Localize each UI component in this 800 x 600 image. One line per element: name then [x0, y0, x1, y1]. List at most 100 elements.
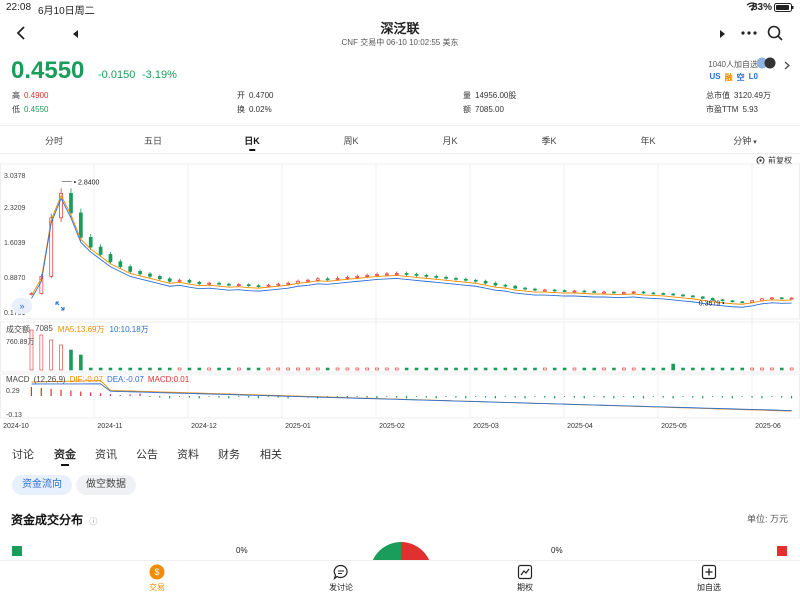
macd-bar	[119, 395, 121, 396]
dea-line	[31, 383, 792, 412]
tab-minute[interactable]: 分钟 ▾	[733, 134, 756, 147]
candle-body	[355, 276, 360, 278]
candle-body	[88, 236, 93, 248]
more-icon[interactable]	[740, 26, 758, 40]
stock-subtitle: CNF 交易中 06-10 10:02:55 美东	[341, 38, 459, 47]
candle-body	[562, 290, 567, 292]
tab-financials[interactable]: 财务	[218, 446, 240, 462]
candle-body	[779, 297, 784, 300]
volume-bar	[148, 367, 152, 371]
macd-bar	[80, 391, 82, 396]
candle-body	[671, 293, 676, 296]
candle-body	[691, 295, 695, 298]
volume-bar	[246, 367, 251, 371]
volume-bar	[661, 367, 666, 371]
macd-bar	[99, 393, 102, 396]
tab-profile[interactable]: 资料	[177, 446, 199, 462]
tab-monthly-k[interactable]: 月K	[442, 134, 457, 147]
macd-bar	[731, 396, 733, 399]
macd-bar	[257, 396, 260, 399]
macd-bar	[514, 396, 516, 398]
tab-news[interactable]: 资讯	[95, 446, 117, 462]
candle-body	[365, 275, 369, 277]
candle-body	[138, 271, 142, 275]
battery-icon	[774, 3, 794, 15]
unit-label: 单位: 万元	[746, 514, 788, 524]
ma5-value: MA5:13.69万	[57, 325, 105, 334]
expand-icon[interactable]: »	[12, 298, 32, 314]
volume-bar	[483, 367, 488, 371]
legend-swatch-red	[777, 546, 787, 556]
tab-quarterly-k[interactable]: 季K	[541, 134, 556, 147]
macd-bar	[573, 396, 575, 398]
tab-5day[interactable]: 五日	[144, 134, 162, 147]
candle-body	[483, 280, 488, 284]
macd-bar	[50, 388, 52, 396]
macd-bar	[593, 396, 595, 397]
kline-chart[interactable]: 3.0378 2.3209 1.6039 0.8870 0.1701 • 2.8400 0.…	[0, 160, 800, 430]
macd-bar	[60, 389, 62, 396]
volume-bar	[720, 367, 725, 371]
tab-yearly-k[interactable]: 年K	[640, 134, 655, 147]
search-icon[interactable]	[766, 24, 784, 42]
pill-short-data[interactable]: 做空数据	[76, 475, 136, 495]
candle-body	[789, 297, 794, 300]
tab-announcements[interactable]: 公告	[136, 446, 158, 462]
tab-daily-k[interactable]: 日K	[244, 134, 260, 151]
volume-bar	[394, 367, 399, 371]
dif-line	[31, 380, 792, 412]
candle-body	[197, 281, 202, 285]
candle-body	[217, 282, 221, 285]
fullscreen-icon[interactable]	[50, 298, 70, 314]
macd-label: MACD	[6, 375, 30, 384]
tab-related[interactable]: 相关	[260, 446, 282, 462]
macd-bar	[790, 396, 793, 399]
volume-bar	[562, 367, 567, 371]
macd-bar	[415, 396, 417, 397]
candle-body	[444, 276, 448, 279]
volume-bar	[138, 367, 142, 371]
pill-capital-flow[interactable]: 资金流向	[12, 475, 72, 495]
vol-value: 7085	[35, 324, 53, 333]
volume-bar	[454, 367, 458, 371]
tab-discussion[interactable]: 讨论	[12, 446, 34, 462]
add-icon	[701, 564, 717, 580]
volume-bar	[651, 367, 656, 371]
quote-amount: 额 7085.00	[463, 105, 504, 114]
candle-body	[227, 283, 231, 286]
nav-options[interactable]: 期权	[485, 564, 565, 593]
volume-bar	[681, 367, 685, 371]
wifi-icon	[746, 2, 758, 14]
candle-body	[434, 276, 439, 278]
nav-add-watchlist[interactable]: 加自选	[669, 564, 749, 593]
macd-bar	[702, 396, 704, 399]
y-axis-label: 0.8870	[4, 275, 26, 282]
tab-weekly-k[interactable]: 周K	[343, 134, 358, 147]
macd-bar	[356, 396, 358, 397]
volume-bar	[572, 367, 577, 371]
volume-bar	[286, 367, 290, 371]
macd-bar	[484, 396, 487, 398]
candle-body	[148, 273, 152, 277]
candle-body	[631, 291, 636, 294]
price-panel-frame	[0, 163, 800, 320]
macd-bar	[613, 396, 615, 399]
volume-bar	[592, 367, 596, 371]
volume-bar	[177, 367, 182, 371]
volume-bar	[493, 367, 498, 371]
volume-bar	[414, 367, 419, 371]
last-price: 0.4550	[11, 57, 85, 84]
volume-bar	[444, 367, 448, 371]
macd-bar	[662, 396, 664, 398]
nav-trade[interactable]: $ 交易	[117, 564, 197, 593]
nav-post[interactable]: 发讨论	[301, 564, 381, 593]
volume-bar	[473, 367, 478, 371]
macd-bar	[781, 396, 783, 398]
section-title: 资金成交分布 ⓘ	[11, 513, 98, 527]
divider	[0, 153, 800, 154]
volume-bar	[612, 367, 616, 371]
tab-intraday[interactable]: 分时	[45, 134, 63, 147]
tab-capital[interactable]: 资金	[54, 446, 76, 466]
info-icon[interactable]: ⓘ	[89, 517, 97, 526]
chevron-right-icon[interactable]	[784, 57, 790, 75]
